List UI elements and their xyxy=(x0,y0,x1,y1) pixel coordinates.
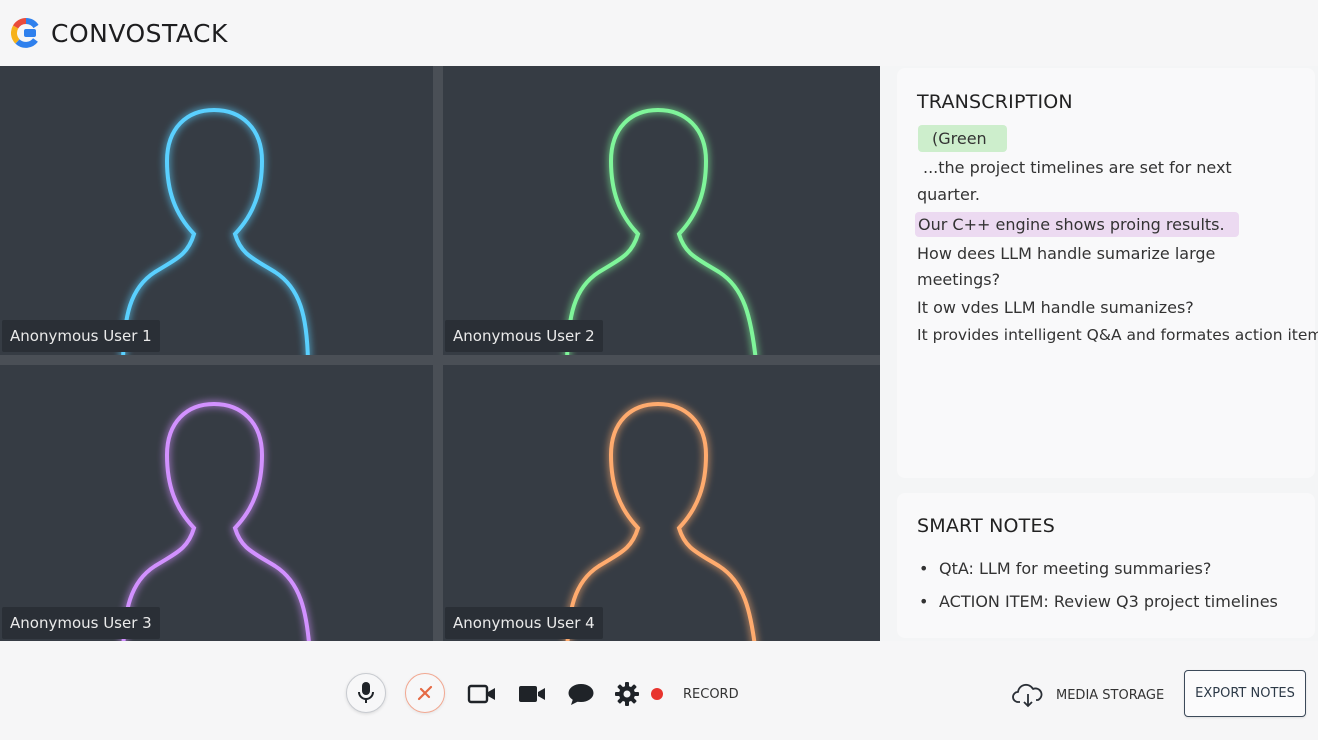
participant-tile-2[interactable]: Anonymous User 2 xyxy=(443,66,880,355)
app-title: CONVOSTACK xyxy=(51,18,228,48)
settings-button[interactable] xyxy=(613,680,641,708)
smart-note-text: ACTION ITEM: Review Q3 project timelines xyxy=(939,592,1278,611)
chat-icon xyxy=(568,684,594,705)
transcript-line: (Green xyxy=(918,125,1007,152)
participant-name-tag: Anonymous User 2 xyxy=(445,320,603,352)
smart-note-item: • ACTION ITEM: Review Q3 project timeline… xyxy=(919,592,1278,611)
person-silhouette-icon xyxy=(121,401,311,641)
microphone-button[interactable] xyxy=(346,673,386,713)
cloud-download-icon xyxy=(1012,683,1043,708)
person-silhouette-icon xyxy=(565,107,758,355)
transcript-line: It provides intelligent Q&A and formates… xyxy=(917,326,1318,344)
camera-icon xyxy=(467,684,495,704)
transcript-line: It ow vdes LLM handle sumanizes? xyxy=(917,298,1194,317)
export-notes-button[interactable]: EXPORT NOTES xyxy=(1184,670,1306,717)
transcription-title: TRANSCRIPTION xyxy=(917,91,1073,113)
gear-icon xyxy=(615,682,639,706)
mute-button[interactable] xyxy=(405,673,445,713)
transcript-line: quarter. xyxy=(917,185,980,204)
person-silhouette-icon xyxy=(565,401,757,641)
transcript-line: Our C++ engine shows proing results. xyxy=(915,212,1239,237)
record-label: RECORD xyxy=(683,686,739,702)
record-button[interactable]: RECORD xyxy=(650,684,742,704)
media-storage-button[interactable]: MEDIA STORAGE xyxy=(1012,681,1172,709)
convostack-logo-icon xyxy=(11,18,39,48)
mute-icon xyxy=(417,685,433,701)
transcription-panel: TRANSCRIPTION (Green ...the project time… xyxy=(897,68,1318,478)
transcript-line: ...the project timelines are set for nex… xyxy=(923,158,1232,177)
smart-notes-title: SMART NOTES xyxy=(917,515,1055,537)
bullet-icon: • xyxy=(919,592,929,611)
participant-name-tag: Anonymous User 1 xyxy=(2,320,160,352)
participant-tile-1[interactable]: Anonymous User 1 xyxy=(0,66,433,355)
chat-button[interactable] xyxy=(566,681,596,707)
app-header: CONVOSTACK xyxy=(0,0,1318,66)
video-grid: Anonymous User 1 Anonymous User 2 Anonym… xyxy=(0,66,880,641)
smart-notes-panel: SMART NOTES • QtA: LLM for meeting summar… xyxy=(897,493,1315,638)
transcript-line: meetings? xyxy=(917,270,1001,289)
record-dot-icon xyxy=(651,688,663,700)
participant-name-tag: Anonymous User 3 xyxy=(2,607,160,639)
microphone-icon xyxy=(358,682,374,703)
transcript-line: How dees LLM handle sumarize large xyxy=(917,244,1216,263)
video-button[interactable] xyxy=(516,682,548,706)
participant-tile-4[interactable]: Anonymous User 4 xyxy=(443,365,880,641)
camera-button[interactable] xyxy=(466,682,498,706)
smart-note-item: • QtA: LLM for meeting summaries? xyxy=(919,559,1211,578)
bullet-icon: • xyxy=(919,559,929,578)
media-storage-label: MEDIA STORAGE xyxy=(1056,687,1165,703)
video-icon xyxy=(519,686,545,702)
person-silhouette-icon xyxy=(121,107,310,355)
participant-tile-3[interactable]: Anonymous User 3 xyxy=(0,365,433,641)
smart-note-text: QtA: LLM for meeting summaries? xyxy=(939,559,1212,578)
participant-name-tag: Anonymous User 4 xyxy=(445,607,603,639)
